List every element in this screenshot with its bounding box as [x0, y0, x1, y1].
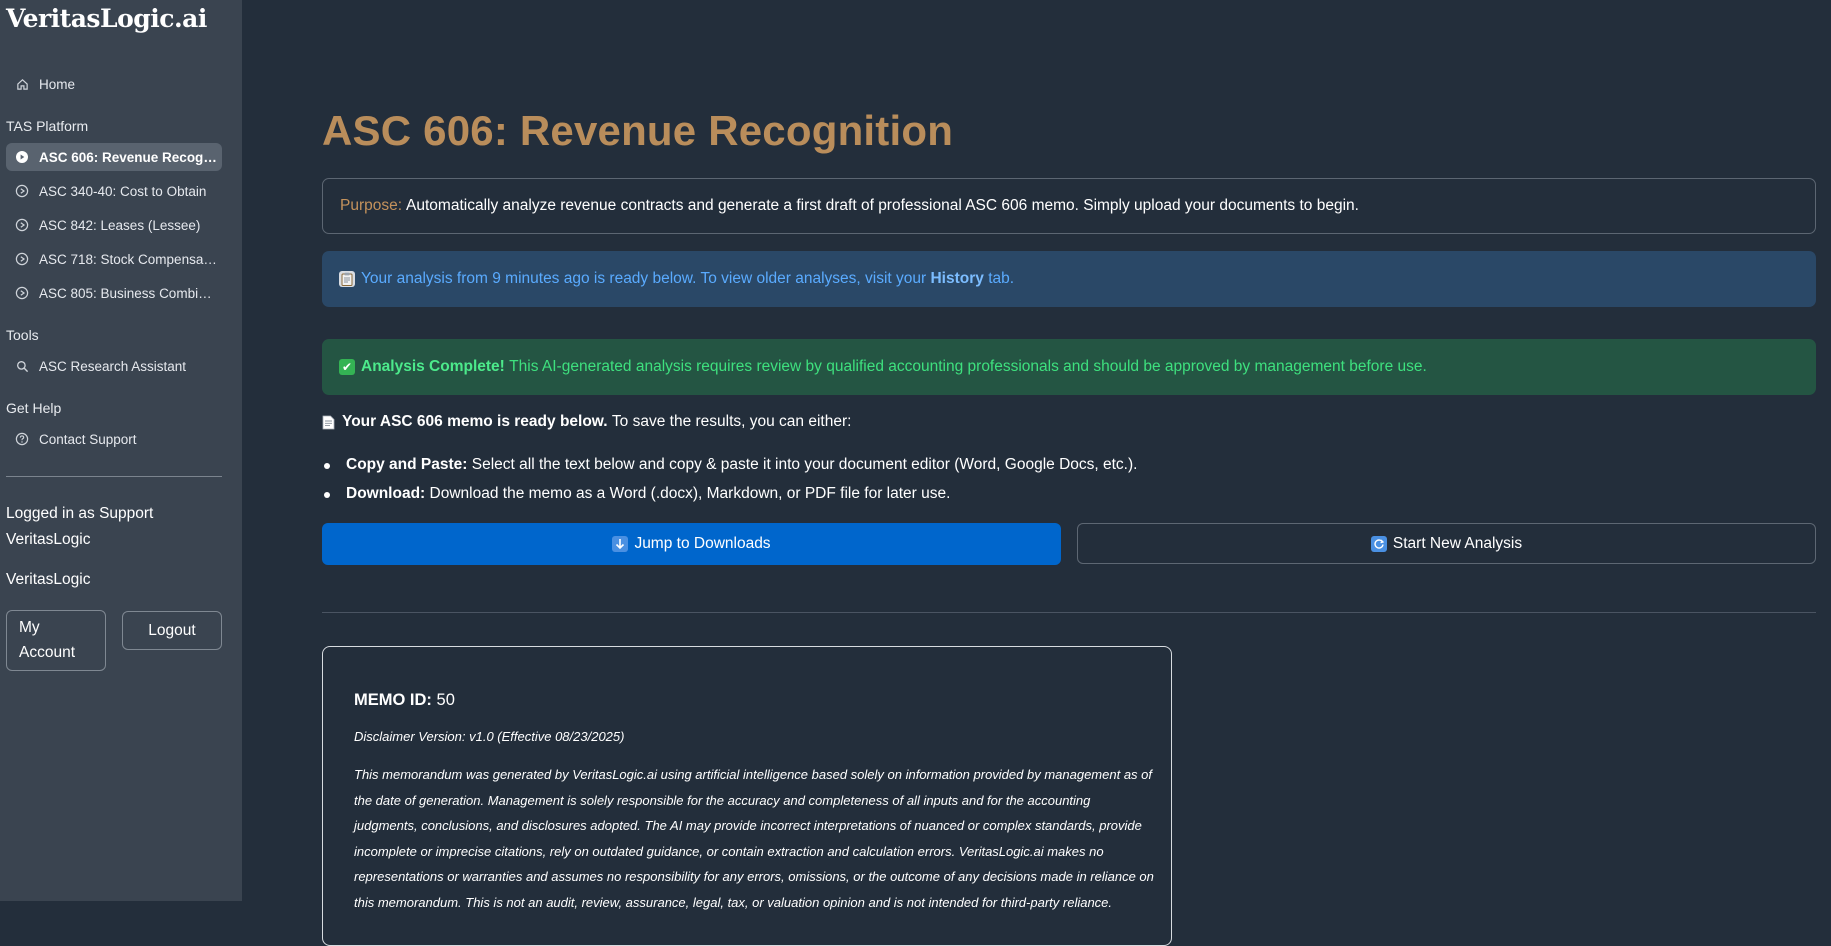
jump-to-downloads-label: Jump to Downloads [634, 535, 771, 552]
purpose-box: Purpose: Automatically analyze revenue c… [322, 178, 1816, 234]
success-title: Analysis Complete! [361, 358, 505, 375]
search-icon [15, 359, 29, 373]
sidebar-item-contact-support[interactable]: Contact Support [6, 425, 222, 453]
my-account-label-2: Account [19, 644, 76, 661]
jump-to-downloads-button[interactable]: Jump to Downloads [322, 523, 1061, 565]
sidebar-item-label: ASC 606: Revenue Recognition [39, 149, 219, 165]
save-options-list: Copy and Paste: Select all the text belo… [322, 453, 1137, 511]
sidebar-item-label: ASC 340-40: Cost to Obtain [39, 183, 207, 199]
home-icon [15, 77, 29, 91]
memo-ready-line: Your ASC 606 memo is ready below. To sav… [322, 413, 851, 431]
success-alert: ✔ Analysis Complete! This AI-generated a… [322, 339, 1816, 395]
play-circle-icon [15, 150, 29, 164]
start-new-analysis-button[interactable]: Start New Analysis [1077, 523, 1816, 564]
arrow-down-icon [612, 536, 629, 552]
info-text-end: tab. [988, 270, 1015, 287]
purpose-label: Purpose: [340, 197, 403, 214]
success-text: This AI-generated analysis requires revi… [509, 358, 1427, 375]
sidebar-item-asc-718[interactable]: ASC 718: Stock Compensation [6, 245, 222, 273]
logged-in-line-1: Logged in as Support [6, 505, 154, 522]
logout-button[interactable]: Logout [122, 611, 222, 650]
memo-id-label: MEMO ID: [354, 691, 432, 709]
play-circle-icon [15, 184, 29, 198]
sidebar-item-label: Contact Support [39, 431, 137, 447]
page-title: ASC 606: Revenue Recognition [322, 107, 954, 154]
org-name: VeritasLogic [6, 571, 91, 588]
sidebar-item-label: ASC Research Assistant [39, 358, 187, 374]
memo-id: MEMO ID: 50 [354, 691, 455, 710]
document-icon [322, 415, 335, 430]
sidebar-divider [6, 476, 222, 477]
refresh-icon [1370, 535, 1387, 552]
bullet-title: Copy and Paste: [346, 456, 468, 473]
sidebar-item-home[interactable]: Home [6, 70, 222, 98]
memo-ready-text: To save the results, you can either: [611, 413, 852, 430]
section-divider [322, 612, 1816, 613]
section-title-help: Get Help [6, 400, 62, 416]
list-item: Copy and Paste: Select all the text belo… [322, 453, 1137, 482]
main-content: ASC 606: Revenue Recognition Purpose: Au… [242, 0, 1831, 946]
sidebar-item-label: ASC 842: Leases (Lessee) [39, 217, 201, 233]
sidebar-item-asc-842[interactable]: ASC 842: Leases (Lessee) [6, 211, 222, 239]
history-link[interactable]: History [930, 270, 983, 288]
bullet-text: Select all the text below and copy & pas… [471, 456, 1138, 473]
clipboard-icon [339, 271, 355, 287]
memo-card: MEMO ID: 50 Disclaimer Version: v1.0 (Ef… [322, 646, 1172, 946]
my-account-label-1: My [19, 619, 40, 636]
help-circle-icon [15, 432, 29, 446]
start-new-analysis-label: Start New Analysis [1392, 534, 1523, 552]
disclaimer-text: This memorandum was generated by Veritas… [354, 767, 1154, 910]
section-title-tas: TAS Platform [6, 118, 89, 134]
memo-id-value: 50 [436, 691, 455, 709]
bullet-title: Download: [346, 485, 426, 502]
list-item: Download: Download the memo as a Word (.… [322, 482, 1137, 511]
play-circle-icon [15, 286, 29, 300]
sidebar-item-asc-606[interactable]: ASC 606: Revenue Recognition [6, 143, 222, 171]
play-circle-icon [15, 252, 29, 266]
sidebar-item-label: ASC 805: Business Combinations [39, 285, 219, 301]
app-logo: VeritasLogic.ai [6, 4, 207, 33]
sidebar-item-asc-805[interactable]: ASC 805: Business Combinations [6, 279, 222, 307]
bullet-text: Download the memo as a Word (.docx), Mar… [429, 485, 951, 502]
section-title-tools: Tools [6, 327, 39, 343]
sidebar: VeritasLogic.ai Home TAS Platform ASC 60… [0, 0, 242, 901]
logged-in-line-2: VeritasLogic [6, 531, 91, 548]
info-text: Your analysis from 9 minutes ago is read… [361, 270, 927, 287]
play-circle-icon [15, 218, 29, 232]
my-account-button[interactable]: My Account [6, 610, 106, 671]
checkmark-icon: ✔ [339, 359, 355, 375]
disclaimer-version: Disclaimer Version: v1.0 (Effective 08/2… [354, 729, 625, 744]
sidebar-item-asc-340-40[interactable]: ASC 340-40: Cost to Obtain [6, 177, 222, 205]
info-alert: Your analysis from 9 minutes ago is read… [322, 251, 1816, 307]
memo-ready-bold: Your ASC 606 memo is ready below. [342, 413, 608, 430]
purpose-text: Automatically analyze revenue contracts … [406, 197, 1359, 214]
sidebar-item-research-assistant[interactable]: ASC Research Assistant [6, 352, 222, 380]
sidebar-item-label: ASC 718: Stock Compensation [39, 251, 219, 267]
sidebar-item-label: Home [39, 76, 76, 92]
logout-label: Logout [148, 621, 196, 639]
